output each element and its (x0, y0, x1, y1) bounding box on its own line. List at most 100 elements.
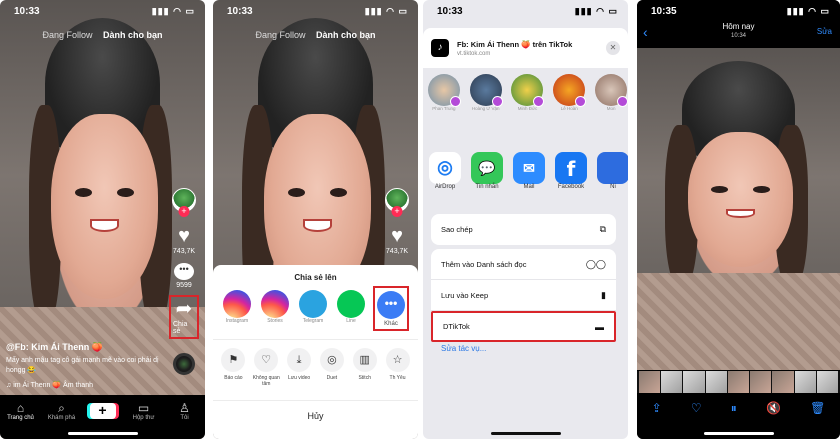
photos-title: Hôm nay (722, 22, 755, 31)
video-preview[interactable] (637, 48, 840, 370)
cancel-button[interactable]: Hủy (213, 400, 418, 421)
signal-icon: ▮▮▮ ◠ ▭ (364, 6, 408, 16)
video-face (51, 114, 158, 299)
status-bar: 10:33 ▮▮▮ ◠ ▭ (227, 6, 408, 20)
facebook-icon: f (555, 152, 587, 184)
dtiktok-row[interactable]: DTikTok ▬ (431, 311, 616, 342)
share-more-app[interactable]: Ni (597, 152, 628, 190)
share-instagram[interactable]: Instagram (221, 290, 253, 331)
contact-item[interactable]: Lê Hoàn (552, 74, 587, 111)
action-report[interactable]: ⚑ Báo cáo (219, 348, 248, 387)
tiktok-logo-icon: ♪ (431, 39, 449, 57)
star-icon: ☆ (385, 348, 410, 372)
share-sheet: Chia sẻ lên Instagram Stories Telegram L… (213, 265, 418, 439)
tab-discover[interactable]: ⌕ Khám phá (46, 401, 78, 421)
share-arrow-icon: ➦ (175, 298, 193, 320)
share-telegram[interactable]: Telegram (297, 290, 329, 331)
film-icon: ▬ (595, 321, 604, 332)
contact-suggestions: Phan Trung Hoàng Ư Vận Minh Đức Lê Hoàn … (427, 74, 628, 111)
duet-icon: ◎ (319, 348, 344, 372)
tab-for-you[interactable]: Dành cho bạn (103, 30, 163, 40)
home-indicator (490, 432, 561, 435)
heart-icon[interactable]: ♥ (178, 226, 190, 246)
follow-plus-icon[interactable]: + (391, 206, 403, 217)
signal-icon: ▮▮▮ ◠ ▭ (786, 6, 830, 16)
home-icon: ⌂ (16, 401, 25, 415)
video-caption: @Fb: Kim Ái Thenn 🍑 Mấy anh mậu tag cô g… (6, 342, 166, 389)
share-facebook[interactable]: f Facebook (555, 152, 587, 190)
status-bar: 10:35 ▮▮▮ ◠ ▭ (651, 6, 830, 20)
copy-row[interactable]: Sao chép ⧉ (431, 214, 616, 245)
save-to-keep-row[interactable]: Lưu vào Keep ▮ (431, 280, 616, 311)
share-app-row: Instagram Stories Telegram Line ••• Khác (213, 282, 418, 331)
create-plus-icon: + (89, 403, 116, 419)
contact-item[interactable]: Mon (594, 74, 628, 111)
copy-group: Sao chép ⧉ (431, 214, 616, 245)
share-messages[interactable]: 💬 Tin nhắn (471, 152, 503, 190)
username[interactable]: @Fb: Kim Ái Thenn 🍑 (6, 342, 166, 353)
add-reading-list-row[interactable]: Thêm vào Danh sách đọc ◯◯ (431, 249, 616, 280)
heart-icon[interactable]: ♡ (691, 401, 702, 439)
share-more-button[interactable]: ••• Khác (373, 286, 409, 331)
share-app-row: ◎ AirDrop 💬 Tin nhắn ✉ Mail f Facebook Ni (429, 152, 628, 190)
share-line[interactable]: Line (335, 290, 367, 331)
messages-icon: 💬 (471, 152, 503, 184)
edit-button[interactable]: Sửa (817, 27, 832, 36)
heart-icon[interactable]: ♥ (391, 226, 403, 246)
tab-for-you[interactable]: Dành cho bạn (316, 30, 376, 40)
share-stories[interactable]: Stories (259, 290, 291, 331)
contact-item[interactable]: Minh Đức (511, 74, 545, 111)
profile-icon: ♙ (179, 401, 190, 415)
search-icon: ⌕ (58, 401, 65, 415)
contact-item[interactable]: Hoàng Ư Vận (469, 74, 503, 111)
home-indicator (67, 432, 138, 435)
inbox-icon: ▭ (137, 401, 150, 415)
signal-icon: ▮▮▮ ◠ ▭ (574, 6, 618, 16)
glasses-icon: ◯◯ (585, 258, 606, 269)
instagram-icon (223, 290, 251, 318)
share-mail[interactable]: ✉ Mail (513, 152, 545, 190)
signal-icon: ▮▮▮ ◠ ▭ (151, 6, 195, 16)
tab-inbox[interactable]: ▭ Hộp thư (128, 401, 160, 421)
action-not-interested[interactable]: ♡ Không quan tâm (252, 348, 281, 387)
download-icon: ⤓ (287, 348, 312, 372)
thumbnail-strip[interactable] (637, 371, 840, 393)
creator-avatar[interactable]: + (385, 188, 409, 217)
share-airdrop[interactable]: ◎ AirDrop (429, 152, 461, 190)
caption-text: Mấy anh mậu tag cô gái mạnh mẽ vào coi p… (6, 357, 159, 374)
creator-avatar[interactable]: + (172, 188, 196, 217)
close-icon[interactable]: ✕ (606, 41, 620, 55)
edit-actions-link[interactable]: Sửa tác vụ... (441, 344, 486, 353)
music-disc-icon[interactable] (173, 353, 195, 375)
action-duet[interactable]: ◎ Duet (317, 348, 346, 387)
follow-plus-icon[interactable]: + (178, 206, 190, 217)
stories-icon (261, 290, 289, 318)
tab-following[interactable]: Đang Follow (42, 30, 92, 40)
share-icon[interactable]: ⇪ (652, 401, 662, 439)
share-actions-row: ⚑ Báo cáo ♡ Không quan tâm ⤓ Lưu video ◎ Due… (213, 340, 418, 387)
action-save-video[interactable]: ⤓ Lưu video (285, 348, 314, 387)
ios-share-sheet-screen: 10:33 ▮▮▮ ◠ ▭ ♪ Fb: Kim Ái Thenn 🍑 trên … (423, 0, 628, 439)
share-label: Chia sẻ (173, 321, 188, 335)
stitch-icon: ▥ (352, 348, 377, 372)
tab-following[interactable]: Đang Follow (255, 30, 305, 40)
comment-icon[interactable]: ••• (174, 263, 194, 280)
music-label[interactable]: ♫ im Ái Thenn 🍑 Âm thanh (6, 381, 166, 389)
share-title: Fb: Kim Ái Thenn 🍑 trên TikTok (457, 39, 573, 49)
action-favorite[interactable]: ☆ Th Yêu (383, 348, 412, 387)
telegram-icon (299, 290, 327, 318)
trash-icon[interactable]: 🗑 (810, 401, 825, 439)
bookmark-icon: ▮ (601, 289, 606, 300)
tab-create[interactable]: + (87, 401, 119, 419)
app-icon (597, 152, 628, 184)
status-bar: 10:33 ▮▮▮ ◠ ▭ (437, 6, 618, 20)
status-bar: 10:33 ▮▮▮ ◠ ▭ (14, 6, 195, 20)
share-button[interactable]: ➦ Chia sẻ (169, 295, 199, 339)
action-stitch[interactable]: ▥ Stitch (350, 348, 379, 387)
tab-profile[interactable]: ♙ Tôi (169, 401, 201, 421)
like-count: 743,7K (385, 248, 409, 255)
status-time: 10:33 (14, 6, 40, 17)
contact-item[interactable]: Phan Trung (427, 74, 461, 111)
tab-home[interactable]: ⌂ Trang chủ (5, 401, 37, 421)
photos-viewer-screen: 10:35 ▮▮▮ ◠ ▭ ‹ Hôm nay 10:34 Sửa ⇪ ♡ ⏸ … (637, 0, 840, 439)
